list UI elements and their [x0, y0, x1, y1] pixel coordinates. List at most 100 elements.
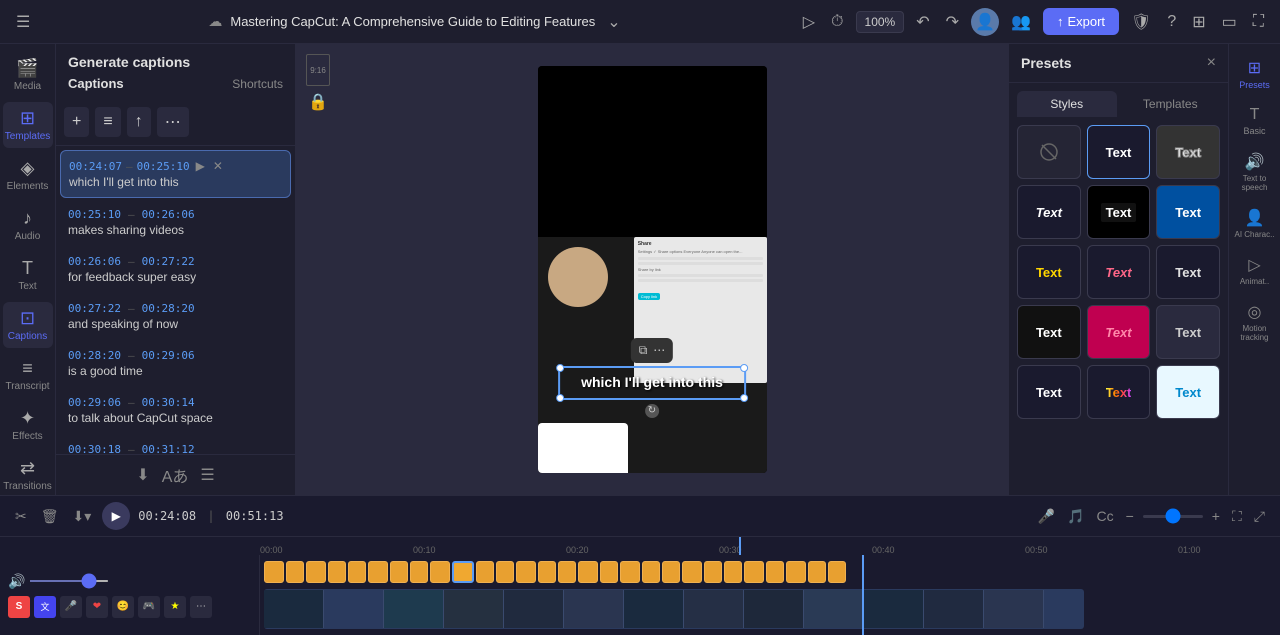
- caption-segment-19[interactable]: [662, 561, 680, 583]
- preset-basic2[interactable]: Text: [1017, 185, 1081, 239]
- caption-item-4[interactable]: 00:28:20 – 00:29:06 is a good time: [60, 341, 291, 386]
- play-button[interactable]: ▶: [102, 502, 130, 530]
- preset-colored1[interactable]: Text: [1156, 185, 1220, 239]
- preset-glow[interactable]: Text: [1017, 365, 1081, 419]
- sidebar-item-effects[interactable]: ✦ Effects: [3, 402, 53, 448]
- caption-segment-20[interactable]: [682, 561, 702, 583]
- right-sidebar-presets[interactable]: ⊞ Presets: [1231, 52, 1279, 96]
- preset-gradient-pink[interactable]: Text: [1087, 305, 1151, 359]
- caption-more-button[interactable]: ⋯: [157, 107, 189, 137]
- shortcuts-button[interactable]: Shortcuts: [232, 77, 283, 91]
- preset-yellow[interactable]: Text: [1017, 245, 1081, 299]
- caption-item-1[interactable]: 00:25:10 – 00:26:06 makes sharing videos: [60, 200, 291, 245]
- captions-list-button[interactable]: ☰: [200, 465, 214, 485]
- volume-slider[interactable]: [29, 580, 109, 582]
- sticker-heart[interactable]: ❤: [86, 596, 108, 618]
- zoom-out-button[interactable]: −: [1123, 505, 1137, 527]
- sidebar-item-transcript[interactable]: ≡ Transcript: [3, 352, 53, 398]
- right-sidebar-ai[interactable]: 👤 AI Charac..: [1231, 202, 1279, 245]
- sidebar-item-media[interactable]: 🎬 Media: [3, 52, 53, 98]
- caption-item-0[interactable]: 00:24:07 – 00:25:10 ▶ ✕ which I'll get i…: [60, 150, 291, 198]
- timer-icon[interactable]: ⏱: [827, 9, 847, 35]
- sticker-mic[interactable]: 🎤: [60, 596, 82, 618]
- caption-handle-bl[interactable]: [556, 394, 564, 402]
- caption-play-0[interactable]: ▶: [194, 159, 207, 173]
- caption-segment-1[interactable]: [286, 561, 304, 583]
- caption-item-6[interactable]: 00:30:18 – 00:31:12 this is a really coo…: [60, 435, 291, 454]
- caption-segment-15[interactable]: [578, 561, 598, 583]
- sidebar-item-captions[interactable]: ⊡ Captions: [3, 302, 53, 348]
- fullscreen-icon[interactable]: ⛶: [1249, 9, 1268, 35]
- redo-icon[interactable]: ↷: [942, 8, 963, 36]
- caption-segment-16[interactable]: [600, 561, 618, 583]
- sidebar-item-text[interactable]: T Text: [3, 252, 53, 298]
- undo-icon[interactable]: ↶: [912, 8, 933, 36]
- caption-segment-14[interactable]: [558, 561, 576, 583]
- preset-dotted[interactable]: Text: [1156, 245, 1220, 299]
- caption-subtitles-button[interactable]: ≡: [95, 107, 120, 137]
- caption-segment-25[interactable]: [786, 561, 806, 583]
- sticker-emoji[interactable]: 😊: [112, 596, 134, 618]
- caption-segment-9[interactable]: [452, 561, 474, 583]
- tab-templates[interactable]: Templates: [1121, 91, 1221, 117]
- captions-track-button[interactable]: Cc: [1093, 505, 1116, 527]
- caption-item-2[interactable]: 00:26:06 – 00:27:22 for feedback super e…: [60, 247, 291, 292]
- sidebar-item-transitions[interactable]: ⇄ Transitions: [3, 452, 53, 495]
- right-sidebar-basic[interactable]: T Basic: [1231, 100, 1279, 142]
- preset-dark-bg[interactable]: Text: [1087, 185, 1151, 239]
- sticker-game[interactable]: 🎮: [138, 596, 160, 618]
- caption-rotate-handle[interactable]: ↻: [645, 404, 659, 418]
- caption-overlay[interactable]: ⧉ ⋯ which I'll get into this ↻: [558, 366, 746, 400]
- caption-segment-22[interactable]: [724, 561, 742, 583]
- timeline-delete-button[interactable]: 🗑: [38, 505, 62, 528]
- presets-close-button[interactable]: ×: [1207, 54, 1216, 72]
- caption-segment-5[interactable]: [368, 561, 388, 583]
- right-sidebar-animat[interactable]: ▷ Animat..: [1231, 249, 1279, 292]
- layout-icon[interactable]: ▭: [1218, 8, 1241, 36]
- caption-item-5[interactable]: 00:29:06 – 00:30:14 to talk about CapCut…: [60, 388, 291, 433]
- caption-segment-23[interactable]: [744, 561, 764, 583]
- caption-segment-10[interactable]: [476, 561, 494, 583]
- caption-segment-21[interactable]: [704, 561, 722, 583]
- zoom-in-button[interactable]: +: [1209, 505, 1223, 527]
- sidebar-item-elements[interactable]: ◈ Elements: [3, 152, 53, 198]
- mic-button[interactable]: 🎤: [1035, 505, 1058, 528]
- add-user-icon[interactable]: 👥: [1007, 8, 1035, 36]
- sidebar-item-audio[interactable]: ♪ Audio: [3, 202, 53, 248]
- caption-segment-24[interactable]: [766, 561, 784, 583]
- caption-segment-17[interactable]: [620, 561, 640, 583]
- caption-handle-br[interactable]: [740, 394, 748, 402]
- play-preview-icon[interactable]: ▷: [799, 8, 819, 36]
- caption-segment-4[interactable]: [348, 561, 366, 583]
- caption-upload-button[interactable]: ↑: [127, 107, 151, 137]
- grid-icon[interactable]: ⊞: [1188, 8, 1209, 36]
- caption-handle-tr[interactable]: [740, 364, 748, 372]
- fullscreen-timeline-button[interactable]: ⤢: [1251, 505, 1268, 528]
- caption-item-3[interactable]: 00:27:22 – 00:28:20 and speaking of now: [60, 294, 291, 339]
- caption-segment-12[interactable]: [516, 561, 536, 583]
- caption-more-options-button[interactable]: ⋯: [651, 341, 667, 360]
- caption-segment-13[interactable]: [538, 561, 556, 583]
- captions-download-button[interactable]: ⬇: [136, 465, 149, 485]
- preset-outline-white[interactable]: Text: [1156, 125, 1220, 179]
- add-caption-button[interactable]: +: [64, 107, 89, 137]
- sticker-more[interactable]: ⋯: [190, 596, 212, 618]
- caption-segment-27[interactable]: [828, 561, 846, 583]
- question-icon[interactable]: ?: [1163, 9, 1180, 35]
- caption-handle-tl[interactable]: [556, 364, 564, 372]
- preset-strikethrough[interactable]: Text: [1087, 245, 1151, 299]
- right-sidebar-tts[interactable]: 🔊 Text to speech: [1231, 146, 1279, 198]
- preset-rainbow[interactable]: Text: [1087, 365, 1151, 419]
- caption-segment-26[interactable]: [808, 561, 826, 583]
- shield-icon[interactable]: 🛡: [1127, 8, 1155, 36]
- caption-copy-button[interactable]: ⧉: [637, 341, 650, 360]
- preset-none[interactable]: [1017, 125, 1081, 179]
- caption-delete-0[interactable]: ✕: [211, 159, 225, 173]
- audio-track-button[interactable]: 🎵: [1064, 505, 1087, 528]
- caption-segment-18[interactable]: [642, 561, 660, 583]
- caption-segment-8[interactable]: [430, 561, 450, 583]
- chevron-down-icon[interactable]: ⌄: [603, 8, 624, 36]
- caption-segment-2[interactable]: [306, 561, 326, 583]
- zoom-control[interactable]: 100%: [856, 11, 905, 33]
- avatar[interactable]: 👤: [971, 8, 999, 36]
